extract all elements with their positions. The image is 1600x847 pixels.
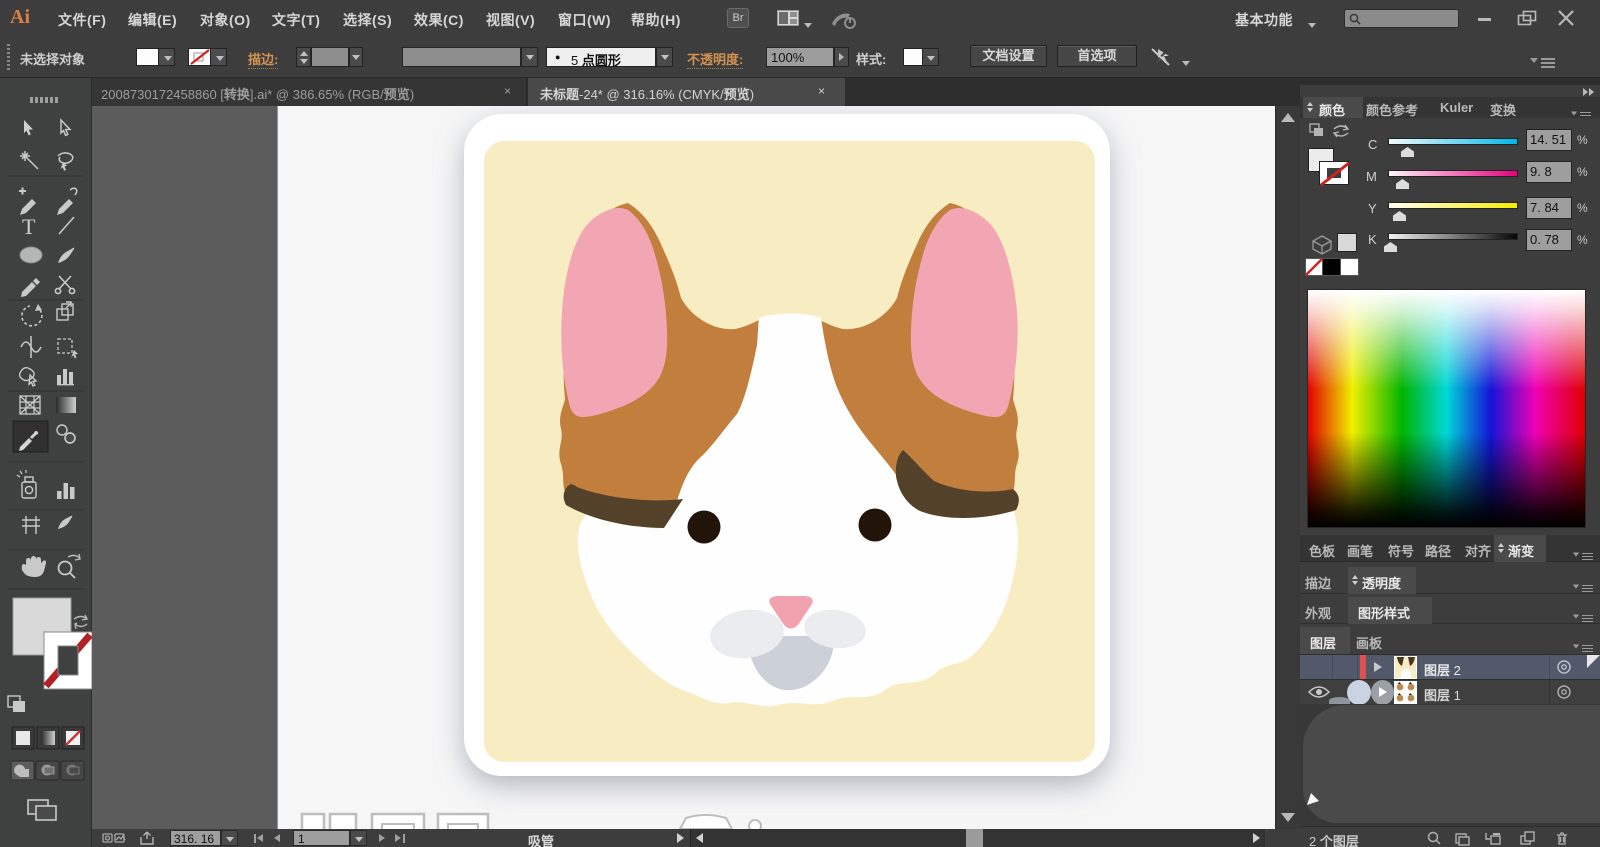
svg-text:T: T [22, 214, 36, 239]
